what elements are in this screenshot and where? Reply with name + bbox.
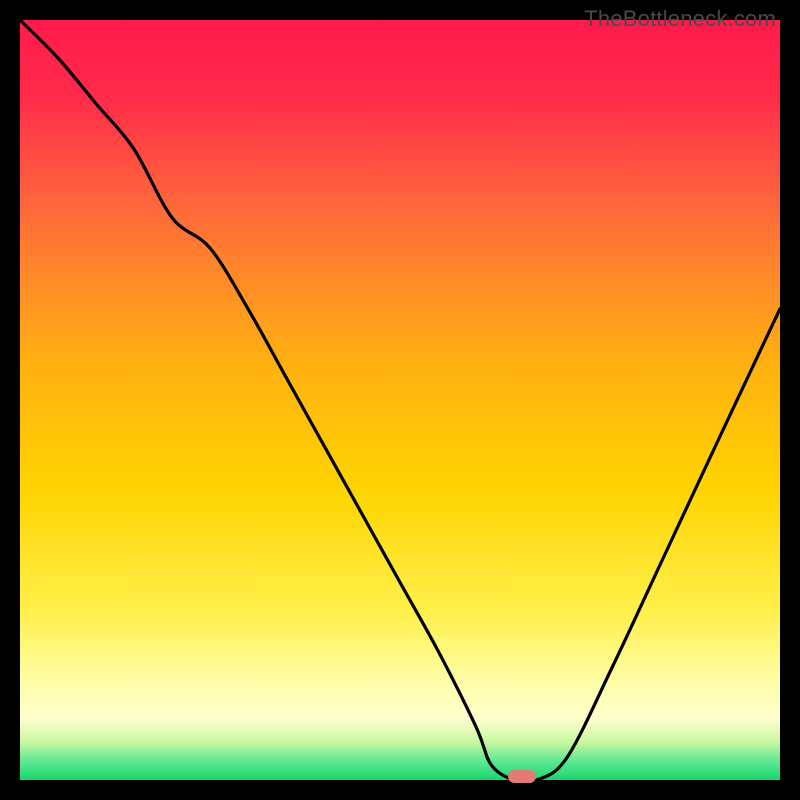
bottleneck-curve: [20, 20, 780, 780]
chart-plot-area: [20, 20, 780, 780]
watermark-text: TheBottleneck.com: [584, 6, 776, 32]
optimal-marker: [508, 770, 536, 783]
